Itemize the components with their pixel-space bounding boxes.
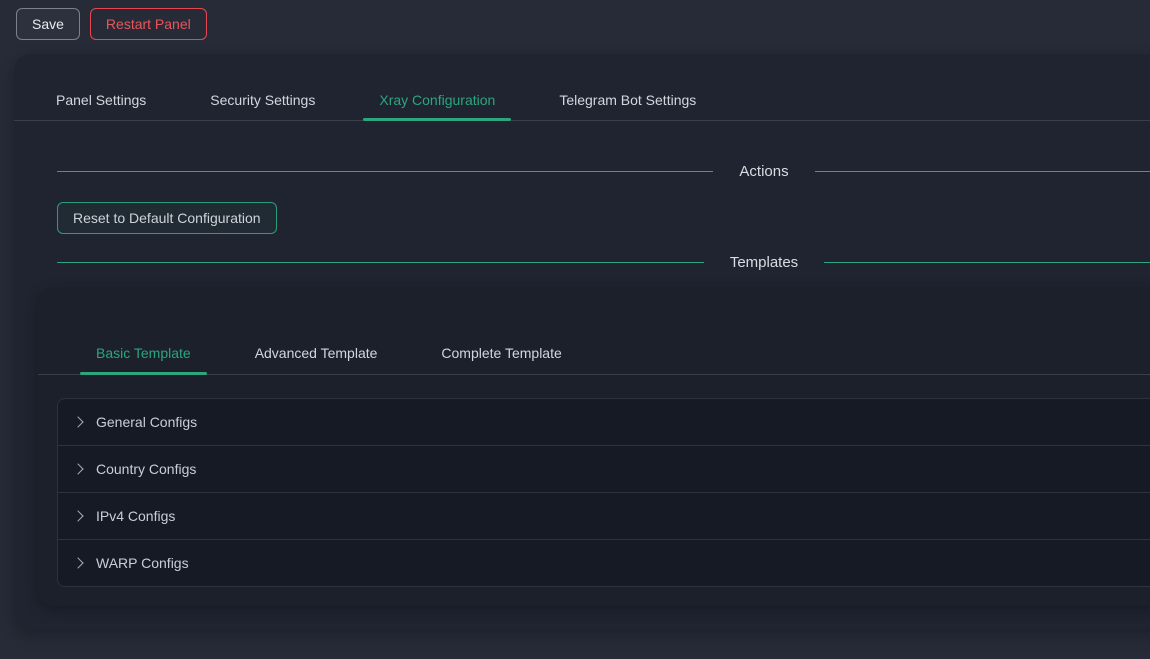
collapse-item-warp-configs: WARP Configs <box>58 540 1150 586</box>
tab-xray-configuration[interactable]: Xray Configuration <box>363 80 511 120</box>
settings-tabbar: Panel Settings Security Settings Xray Co… <box>14 80 1150 121</box>
collapse-item-label: Country Configs <box>96 461 196 477</box>
reset-default-configuration-button[interactable]: Reset to Default Configuration <box>57 202 277 234</box>
chevron-right-icon <box>72 463 83 474</box>
warp-configs-header[interactable]: WARP Configs <box>58 540 1150 586</box>
actions-divider-title: Actions <box>739 163 788 180</box>
settings-card: Panel Settings Security Settings Xray Co… <box>14 54 1150 629</box>
divider-line <box>815 171 1150 172</box>
collapse-item-general-configs: General Configs <box>58 399 1150 446</box>
config-collapse-list: General Configs Country Configs IPv4 Con… <box>57 398 1150 587</box>
collapse-item-ipv4-configs: IPv4 Configs <box>58 493 1150 540</box>
general-configs-header[interactable]: General Configs <box>58 399 1150 445</box>
tab-security-settings[interactable]: Security Settings <box>194 80 331 120</box>
divider-line <box>57 262 704 263</box>
country-configs-header[interactable]: Country Configs <box>58 446 1150 492</box>
tab-complete-template[interactable]: Complete Template <box>425 333 577 374</box>
divider-line <box>824 262 1150 263</box>
ipv4-configs-header[interactable]: IPv4 Configs <box>58 493 1150 539</box>
restart-panel-button[interactable]: Restart Panel <box>90 8 207 40</box>
templates-card: Basic Template Advanced Template Complet… <box>38 287 1150 606</box>
templates-divider-title: Templates <box>730 254 798 271</box>
templates-divider: Templates <box>57 254 1150 271</box>
chevron-right-icon <box>72 557 83 568</box>
tab-advanced-template[interactable]: Advanced Template <box>239 333 394 374</box>
collapse-item-country-configs: Country Configs <box>58 446 1150 493</box>
chevron-right-icon <box>72 416 83 427</box>
tab-telegram-bot-settings[interactable]: Telegram Bot Settings <box>543 80 712 120</box>
collapse-item-label: IPv4 Configs <box>96 508 175 524</box>
collapse-item-label: WARP Configs <box>96 555 189 571</box>
actions-divider: Actions <box>57 163 1150 180</box>
tab-basic-template[interactable]: Basic Template <box>80 333 207 374</box>
chevron-right-icon <box>72 510 83 521</box>
top-action-bar: Save Restart Panel <box>0 0 1150 48</box>
tab-panel-settings[interactable]: Panel Settings <box>40 80 162 120</box>
divider-line <box>57 171 713 172</box>
template-tabbar: Basic Template Advanced Template Complet… <box>38 333 1150 375</box>
settings-page: Panel Settings Security Settings Xray Co… <box>0 48 1150 629</box>
save-button[interactable]: Save <box>16 8 80 40</box>
collapse-item-label: General Configs <box>96 414 197 430</box>
